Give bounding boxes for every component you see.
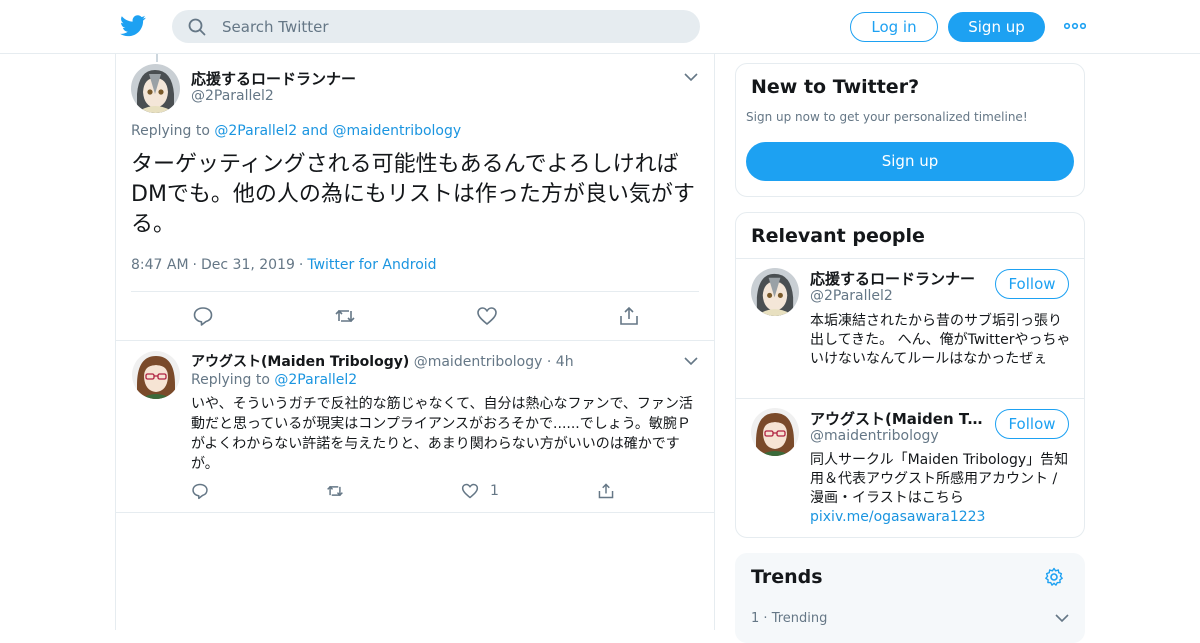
signup-card-title: New to Twitter? <box>751 76 920 98</box>
relevant-people-title: Relevant people <box>751 225 925 247</box>
share-icon[interactable] <box>618 305 640 327</box>
trends-title: Trends <box>751 566 823 588</box>
like-icon[interactable] <box>476 305 498 327</box>
gear-icon[interactable] <box>1044 567 1064 587</box>
reply-icon[interactable] <box>191 482 209 500</box>
person-bio-link[interactable]: pixiv.me/ogasawara1223 <box>810 508 1072 527</box>
search-input[interactable] <box>222 10 682 43</box>
top-bar: Log in Sign up <box>0 0 1200 54</box>
timeline: 応援するロードランナー @2Parallel2 Replying to @2Pa… <box>115 54 715 630</box>
follow-button[interactable]: Follow <box>995 409 1069 439</box>
author-name[interactable]: アウグスト(Maiden Tribology) <box>191 354 409 370</box>
separator-dot: · <box>763 611 772 626</box>
signup-card-subtitle: Sign up now to get your personalized tim… <box>746 110 1028 124</box>
reply-header: アウグスト(Maiden Tribology) @maidentribology… <box>191 351 574 371</box>
divider <box>736 258 1084 259</box>
chevron-down-icon[interactable] <box>684 72 698 82</box>
more-icon[interactable] <box>1064 20 1086 32</box>
avatar[interactable] <box>132 351 180 399</box>
share-icon[interactable] <box>597 482 615 500</box>
replying-user-link[interactable]: @maidentribology <box>332 123 461 139</box>
person-bio: 同人サークル「Maiden Tribology」告知用＆代表アウグスト所感用アカ… <box>810 452 1069 506</box>
tweet-text: いや、そういうガチで反社的な筋じゃなくて、自分は熱心なファンで、ファン活動だと思… <box>191 396 693 472</box>
separator-dot: · <box>546 354 552 370</box>
avatar[interactable] <box>751 408 799 456</box>
retweet-icon[interactable] <box>326 482 344 500</box>
replying-user-link[interactable]: @2Parallel2 <box>214 123 297 139</box>
reply-icon[interactable] <box>191 536 213 558</box>
avatar[interactable] <box>751 268 799 316</box>
trend-label: Trending <box>771 611 828 626</box>
person-name[interactable]: 応援するロードランナー <box>810 268 985 289</box>
tweet-meta: 8:47 AM · Dec 31, 2019 · Twitter for Android <box>131 257 437 273</box>
tweet-age[interactable]: 4h <box>556 354 574 370</box>
relevant-people-card: Relevant people 応援するロードランナー @2Parallel2 … <box>735 212 1085 538</box>
avatar[interactable] <box>131 64 180 113</box>
like-count: 1 <box>490 483 499 499</box>
login-button[interactable]: Log in <box>850 12 938 42</box>
divider <box>736 398 1084 399</box>
replying-and: and <box>301 123 329 139</box>
replying-user-link[interactable]: @2Parallel2 <box>274 372 357 388</box>
replying-prefix: Replying to <box>131 123 210 139</box>
trend-item[interactable]: 1 · Trending <box>751 611 827 626</box>
card-signup-button[interactable]: Sign up <box>746 142 1074 181</box>
twitter-bird-icon[interactable] <box>120 14 146 38</box>
tweet-source[interactable]: Twitter for Android <box>307 257 436 273</box>
person-name[interactable]: アウグスト(Maiden Tribology) <box>810 408 985 429</box>
divider <box>131 291 699 292</box>
author-name[interactable]: 応援するロードランナー <box>191 68 356 89</box>
trend-rank: 1 <box>751 611 760 626</box>
like-icon[interactable] <box>461 482 479 500</box>
follow-button[interactable]: Follow <box>995 269 1069 299</box>
replying-to: Replying to @2Parallel2 <box>191 372 357 388</box>
person-handle[interactable]: @2Parallel2 <box>810 288 893 304</box>
search-box[interactable] <box>172 10 700 43</box>
person-bio: 本垢凍結されたから昔のサブ垢引っ張り出してきた。 へん、俺がTwitterやっち… <box>810 313 1071 367</box>
tweet-date[interactable]: Dec 31, 2019 <box>201 257 295 273</box>
chevron-down-icon[interactable] <box>684 356 698 366</box>
chevron-down-icon[interactable] <box>1055 613 1069 623</box>
replying-to: Replying to @2Parallel2 and @maidentribo… <box>131 123 461 139</box>
search-icon <box>188 18 206 36</box>
signup-button[interactable]: Sign up <box>948 12 1045 42</box>
retweet-icon[interactable] <box>334 305 356 327</box>
reply-icon[interactable] <box>192 305 214 327</box>
signup-card: New to Twitter? Sign up now to get your … <box>735 63 1085 197</box>
replying-prefix: Replying to <box>191 372 270 388</box>
tweet-time[interactable]: 8:47 AM <box>131 257 189 273</box>
author-handle[interactable]: @2Parallel2 <box>191 88 274 104</box>
tweet-text: ターゲッティングされる可能性もあるんでよろしければDMでも。他の人の為にもリスト… <box>131 152 695 237</box>
author-handle[interactable]: @maidentribology <box>414 354 543 370</box>
person-handle[interactable]: @maidentribology <box>810 428 939 444</box>
focused-tweet: 応援するロードランナー @2Parallel2 Replying to @2Pa… <box>116 54 714 341</box>
